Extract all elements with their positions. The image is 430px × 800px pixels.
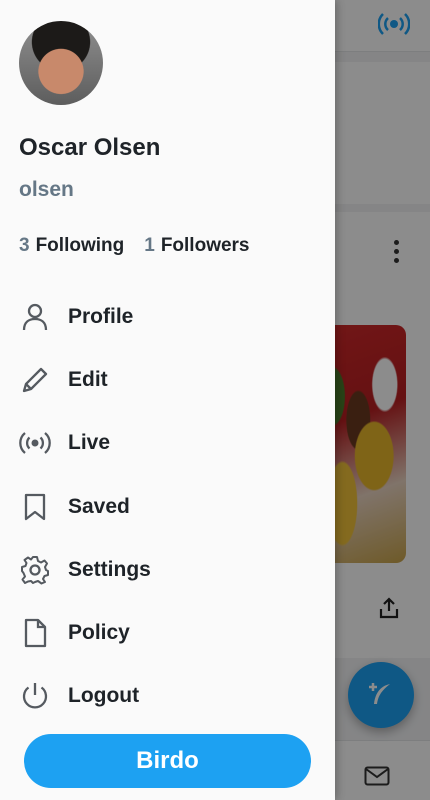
follow-stats: 3 Following 1 Followers (19, 235, 250, 257)
following-count[interactable]: 3 (19, 235, 30, 257)
avatar[interactable] (19, 21, 103, 105)
bookmark-icon (19, 491, 51, 523)
birdo-button[interactable]: Birdo (24, 734, 311, 788)
gear-icon (19, 554, 51, 586)
menu-item-policy[interactable]: Policy (0, 601, 335, 664)
document-icon (19, 617, 51, 649)
menu-item-label: Profile (68, 304, 134, 328)
menu-item-label: Settings (68, 557, 151, 581)
following-label[interactable]: Following (36, 235, 125, 257)
menu-item-label: Policy (68, 621, 130, 645)
menu-item-label: Live (68, 431, 111, 455)
menu-item-label: Saved (68, 494, 130, 518)
menu-item-label: Edit (68, 367, 108, 391)
menu-item-settings[interactable]: Settings (0, 538, 335, 601)
menu-item-live[interactable]: Live (0, 412, 335, 475)
followers-label[interactable]: Followers (161, 235, 250, 257)
menu-item-profile[interactable]: Profile (0, 285, 335, 348)
navigation-drawer: Oscar Olsen olsen 3 Following 1 Follower… (0, 0, 335, 800)
broadcast-icon (19, 427, 51, 459)
pencil-icon (19, 364, 51, 396)
menu-item-saved[interactable]: Saved (0, 475, 335, 538)
drawer-menu: Profile Edit Live Saved Settings Policy … (0, 285, 335, 728)
menu-item-label: Logout (68, 684, 140, 708)
menu-item-logout[interactable]: Logout (0, 665, 335, 728)
person-icon (19, 301, 51, 333)
profile-handle: olsen (19, 178, 74, 201)
power-icon (19, 680, 51, 712)
followers-count[interactable]: 1 (144, 235, 155, 257)
profile-name: Oscar Olsen (19, 134, 161, 161)
menu-item-edit[interactable]: Edit (0, 348, 335, 411)
